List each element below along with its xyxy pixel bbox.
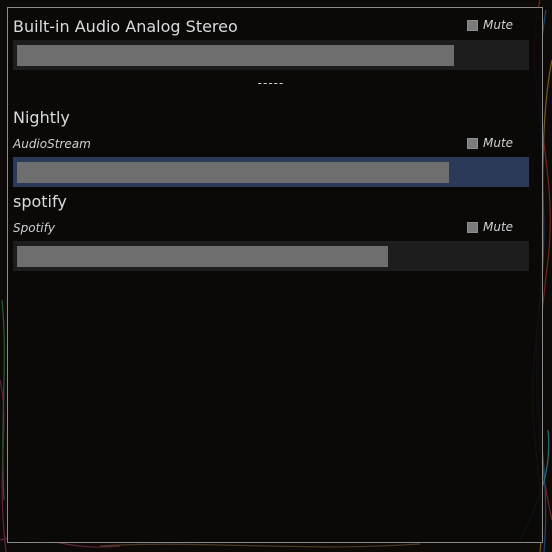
output-volume-slider[interactable] <box>13 40 529 70</box>
output-mute-toggle[interactable]: Mute <box>467 18 529 34</box>
stream-mute-toggle[interactable]: Mute <box>467 220 529 236</box>
stream-volume-fill <box>17 162 449 183</box>
stream-mute-toggle[interactable]: Mute <box>467 136 529 152</box>
mute-checkbox[interactable] <box>467 138 478 149</box>
mute-label: Mute <box>483 136 514 150</box>
volume-mixer-panel: Built-in Audio Analog Stereo Mute ----- … <box>7 7 543 543</box>
mute-checkbox[interactable] <box>467 222 478 233</box>
output-volume-fill <box>17 45 454 66</box>
stream-app-name: spotify <box>13 192 67 211</box>
mute-checkbox[interactable] <box>467 20 478 31</box>
mute-label: Mute <box>483 18 514 32</box>
stream-name: Spotify <box>13 221 55 235</box>
stream-volume-slider[interactable] <box>13 157 529 187</box>
mute-label: Mute <box>483 220 514 234</box>
stream-name: AudioStream <box>13 137 91 151</box>
stream-volume-slider[interactable] <box>13 241 529 271</box>
stream-volume-fill <box>17 246 388 267</box>
section-separator: ----- <box>257 76 285 90</box>
stream-app-name: Nightly <box>13 108 70 127</box>
output-device-title: Built-in Audio Analog Stereo <box>13 17 238 36</box>
